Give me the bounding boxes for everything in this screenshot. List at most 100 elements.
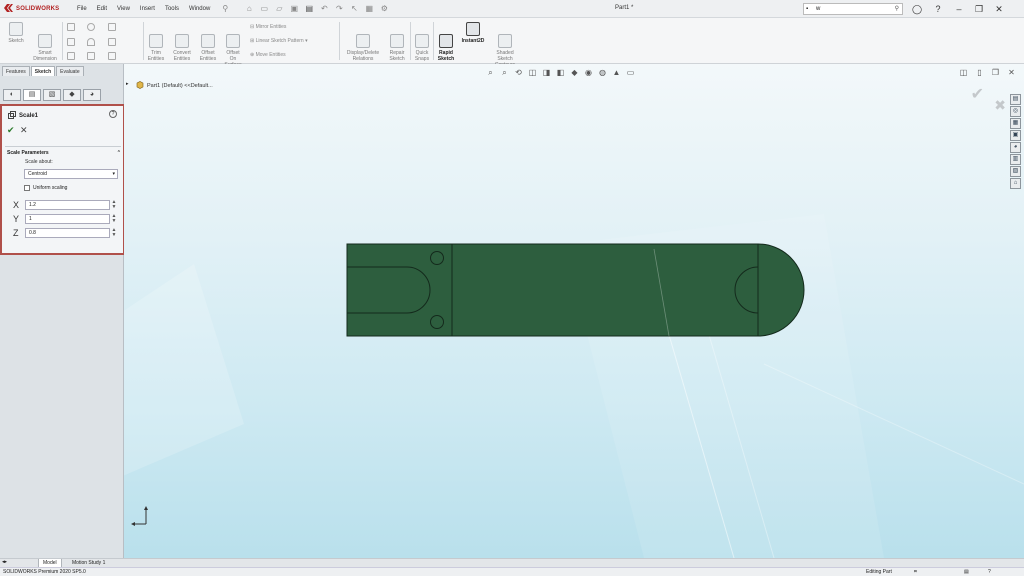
z-scale-row: Z 0.8 ▲ ▼ (13, 227, 123, 238)
instant2d-icon (466, 22, 480, 36)
rapid-sketch-button[interactable]: Rapid Sketch (435, 20, 457, 68)
offset-entities-button[interactable]: Offset Entities (197, 20, 219, 68)
search-input[interactable]: ▪ w ⚲ (803, 3, 903, 15)
solidworks-logo[interactable]: SOLIDWORKS (0, 3, 72, 14)
move-entities-button[interactable]: ⊕ Move Entities (250, 52, 286, 58)
convert-icon (175, 34, 189, 48)
coordinate-triad (130, 506, 150, 530)
menu-edit[interactable]: Edit (92, 6, 112, 12)
user-icon[interactable]: ◯ (910, 2, 924, 16)
repair-icon (390, 34, 404, 48)
rectangle-icon[interactable] (67, 38, 75, 46)
undo-icon[interactable]: ↶ (319, 4, 329, 14)
convert-entities-button[interactable]: Convert Entities (170, 20, 194, 68)
graphics-area[interactable]: ▸ Part1 (Default) <<Default... ⌕ ⌕ ⟲ ◫ ◨… (124, 64, 1024, 558)
trim-entities-button[interactable]: Trim Entities (146, 20, 166, 68)
z-spinner-icon[interactable]: ▲ ▼ (110, 227, 118, 238)
display-delete-relations-button[interactable]: Display/Delete Relations (342, 20, 384, 68)
tab-sketch[interactable]: Sketch (30, 66, 56, 76)
rebuild-icon[interactable]: ▦ (364, 4, 374, 14)
y-spinner-icon[interactable]: ▲ ▼ (110, 213, 118, 224)
quick-snaps-button[interactable]: Quick Snaps (412, 20, 432, 68)
menu-window[interactable]: Window (184, 6, 215, 12)
redo-icon[interactable]: ↷ (334, 4, 344, 14)
scale-parameters-group: Scale Parameters ⌃ Scale about: Centroid… (5, 146, 121, 238)
slot-icon[interactable] (67, 52, 75, 60)
minimize-button[interactable]: – (952, 2, 966, 16)
status-help-icon[interactable]: ? (988, 568, 991, 576)
close-button[interactable]: ✕ (992, 2, 1006, 16)
collapse-chevron-icon[interactable]: ⌃ (117, 150, 121, 156)
tab-evaluate[interactable]: Evaluate (56, 66, 84, 76)
help-icon[interactable]: ? (109, 110, 117, 118)
offset-icon (201, 34, 215, 48)
circle-icon[interactable] (87, 23, 95, 31)
fillet-icon[interactable] (87, 52, 95, 60)
menu-file[interactable]: File (72, 6, 92, 12)
x-scale-row: X 1.2 ▲ ▼ (13, 199, 123, 210)
home-icon[interactable]: ⌂ (244, 4, 254, 14)
menu-tools[interactable]: Tools (160, 6, 184, 12)
text-icon[interactable] (108, 52, 116, 60)
app-logo-text: SOLIDWORKS (16, 5, 60, 12)
restore-button[interactable]: ❐ (972, 2, 986, 16)
feature-manager-tab-icon[interactable]: ◐ (3, 89, 21, 101)
arc-icon[interactable] (87, 38, 95, 46)
ok-button[interactable]: ✔ (7, 125, 15, 136)
configuration-manager-tab-icon[interactable]: ▧ (43, 89, 61, 101)
cancel-button[interactable]: ✕ (20, 125, 28, 136)
property-manager-tab-icon[interactable]: ▤ (23, 89, 41, 101)
command-tabs: Features Sketch Evaluate (2, 66, 85, 76)
scale-property-manager: Scale1 ? ✔ ✕ Scale Parameters ⌃ Scale ab… (0, 104, 125, 255)
y-axis-label: Y (13, 213, 20, 224)
select-icon[interactable]: ↖ (349, 4, 359, 14)
trim-icon (149, 34, 163, 48)
sketch-button[interactable]: Sketch (4, 20, 28, 44)
smart-dimension-icon (38, 34, 52, 48)
menu-view[interactable]: View (112, 6, 135, 12)
x-scale-input[interactable]: 1.2 (25, 199, 110, 210)
rapid-sketch-icon (439, 34, 453, 48)
instant2d-button[interactable]: Instant2D (458, 20, 488, 44)
new-document-icon[interactable]: ▭ (259, 4, 269, 14)
uniform-scaling-label: Uniform scaling (33, 185, 68, 191)
menu-bar: SOLIDWORKS File Edit View Insert Tools W… (0, 0, 1024, 18)
repair-sketch-button[interactable]: Repair Sketch (386, 20, 408, 68)
z-axis-label: Z (13, 227, 19, 238)
y-scale-input[interactable]: 1 (25, 213, 110, 224)
save-icon[interactable]: ▣ (289, 4, 299, 14)
relations-icon (356, 34, 370, 48)
line-icon[interactable] (67, 23, 75, 31)
spline-icon[interactable] (108, 23, 116, 31)
x-axis-label: X (13, 199, 20, 210)
x-spinner-icon[interactable]: ▲ ▼ (110, 199, 118, 210)
uniform-scaling-checkbox[interactable] (24, 185, 30, 191)
linear-sketch-pattern-button[interactable]: ⊞ Linear Sketch Pattern ▾ (250, 38, 308, 44)
offset-surface-icon (226, 34, 240, 48)
pin-icon[interactable]: ⚲ (220, 4, 230, 14)
sketch-icon (9, 22, 23, 36)
part-geometry[interactable] (124, 64, 1024, 558)
rebuild-status-icon[interactable]: ⌗ (914, 568, 917, 576)
options-icon[interactable]: ⚙ (379, 4, 389, 14)
help-icon[interactable]: ? (931, 2, 945, 16)
scale-about-select[interactable]: Centroid ▾ (24, 169, 118, 179)
scale-about-label: Scale about: (25, 159, 53, 165)
search-scope-icon: ▪ (806, 6, 809, 12)
scroll-left-icon[interactable]: ◂▸ (2, 559, 7, 565)
menu-insert[interactable]: Insert (135, 6, 160, 12)
mirror-entities-button[interactable]: ⊟ Mirror Entities (250, 24, 286, 30)
snaps-icon (415, 34, 429, 48)
y-scale-row: Y 1 ▲ ▼ (13, 213, 123, 224)
polygon-icon[interactable] (108, 38, 116, 46)
z-scale-input[interactable]: 0.8 (25, 227, 110, 238)
units-icon[interactable]: ▤ (964, 568, 969, 576)
smart-dimension-button[interactable]: Smart Dimension (31, 20, 59, 68)
open-icon[interactable]: ▱ (274, 4, 284, 14)
display-manager-tab-icon[interactable]: ◕ (83, 89, 101, 101)
status-product-version: SOLIDWORKS Premium 2020 SP5.0 (3, 569, 86, 575)
group-title: Scale Parameters (7, 150, 49, 156)
print-icon[interactable]: ▤ (304, 4, 314, 14)
dimxpert-tab-icon[interactable]: ◆ (63, 89, 81, 101)
tab-features[interactable]: Features (2, 66, 30, 76)
